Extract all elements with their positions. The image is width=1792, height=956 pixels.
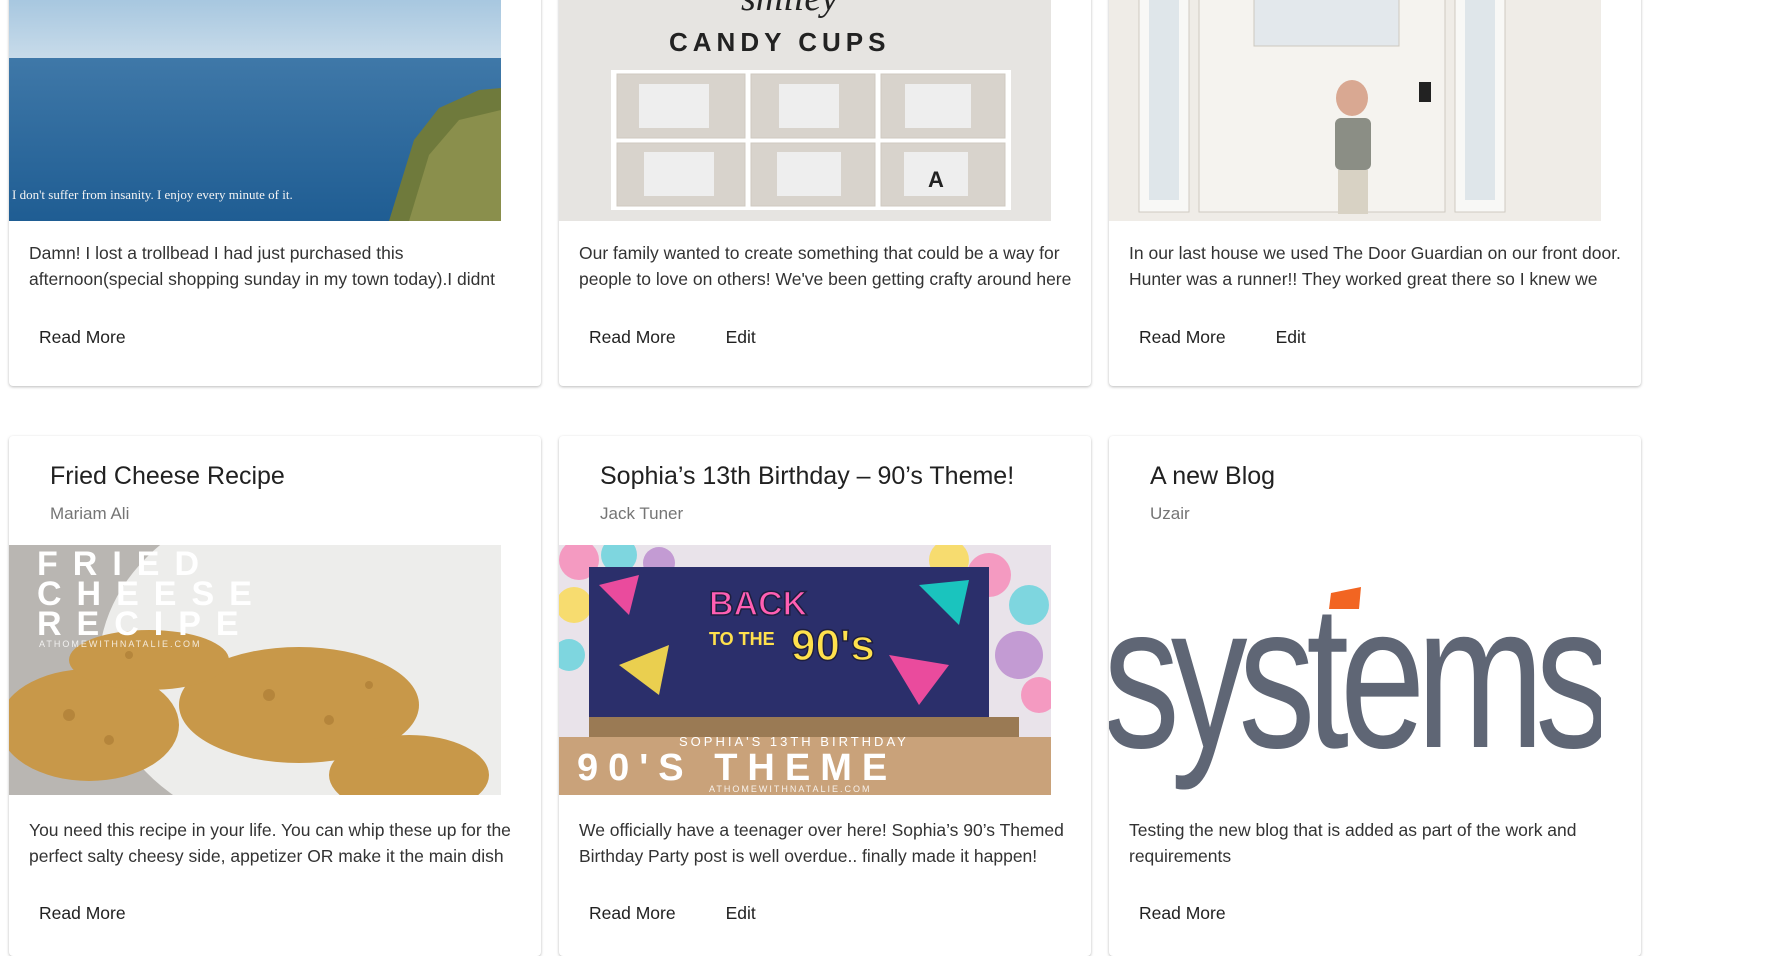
post-excerpt: You need this recipe in your life. You c… xyxy=(29,820,511,866)
read-more-button[interactable]: Read More xyxy=(1129,321,1236,354)
post-image-ocean-cliff: I don't suffer from insanity. I enjoy ev… xyxy=(9,0,501,221)
post-image-fried-cheese: FRIED CHEESE RECIPE ATHOMEWITHNATALIE.CO… xyxy=(9,545,501,795)
read-more-button[interactable]: Read More xyxy=(1129,897,1236,930)
post-image-systems-logo: systems xyxy=(1109,545,1601,795)
blog-card: Fried Cheese Recipe Mariam Ali FRIED CHE… xyxy=(9,436,541,956)
image-script-title: smiley xyxy=(741,0,838,19)
post-excerpt: Damn! I lost a trollbead I had just purc… xyxy=(29,243,495,289)
image-caption: I don't suffer from insanity. I enjoy ev… xyxy=(12,187,293,202)
post-author: Uzair xyxy=(1150,504,1190,523)
edit-button[interactable]: Edit xyxy=(716,897,766,930)
post-image-candy-cups: smiley CANDY CUPS A xyxy=(559,0,1051,221)
image-title: CANDY CUPS xyxy=(669,27,890,57)
post-image-90s-party: BACK TO THE 90's SOPHIA'S 13TH BIRTHDAY … xyxy=(559,545,1051,795)
edit-button[interactable]: Edit xyxy=(1266,321,1316,354)
post-author: Jack Tuner xyxy=(600,504,684,523)
blog-card: Sophia’s 13th Birthday – 90’s Theme! Jac… xyxy=(559,436,1091,956)
blog-card: I don't suffer from insanity. I enjoy ev… xyxy=(9,0,541,386)
svg-text:A: A xyxy=(928,167,944,192)
read-more-button[interactable]: Read More xyxy=(29,321,136,354)
post-excerpt: In our last house we used The Door Guard… xyxy=(1129,243,1621,289)
post-image-front-door xyxy=(1109,0,1601,221)
image-banner-text: BACK xyxy=(709,585,808,623)
blog-card: A new Blog Uzair systems Testing the new… xyxy=(1109,436,1641,956)
post-excerpt: Our family wanted to create something th… xyxy=(579,243,1072,289)
post-excerpt: We officially have a teenager over here!… xyxy=(579,820,1064,866)
edit-button[interactable]: Edit xyxy=(716,321,766,354)
image-site: ATHOMEWITHNATALIE.COM xyxy=(709,784,872,794)
post-excerpt: Testing the new blog that is added as pa… xyxy=(1129,820,1577,866)
read-more-button[interactable]: Read More xyxy=(579,321,686,354)
blog-card: smiley CANDY CUPS A Our family wanted to… xyxy=(559,0,1091,386)
post-author: Mariam Ali xyxy=(50,504,130,523)
post-title[interactable]: Sophia’s 13th Birthday – 90’s Theme! xyxy=(600,462,1014,491)
post-title[interactable]: A new Blog xyxy=(1150,462,1275,491)
image-site: ATHOMEWITHNATALIE.COM xyxy=(39,639,202,649)
read-more-button[interactable]: Read More xyxy=(579,897,686,930)
blog-card: In our last house we used The Door Guard… xyxy=(1109,0,1641,386)
image-title: 90'S THEME xyxy=(577,747,897,789)
post-title[interactable]: Fried Cheese Recipe xyxy=(50,462,285,491)
image-banner-text: TO THE xyxy=(709,629,775,649)
read-more-button[interactable]: Read More xyxy=(29,897,136,930)
image-word: RECIPE xyxy=(37,605,254,643)
image-banner-text: 90's xyxy=(791,621,875,670)
